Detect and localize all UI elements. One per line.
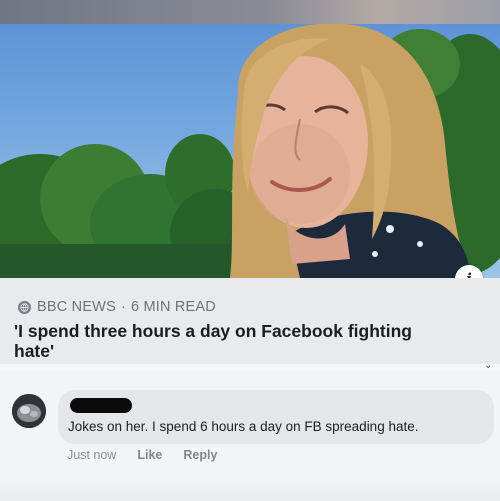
comment-actions: Just now Like Reply xyxy=(67,448,238,462)
globe-icon xyxy=(18,300,31,314)
comment-bubble: Jokes on her. I spend 6 hours a day on F… xyxy=(58,390,494,444)
top-strip xyxy=(0,0,500,24)
bottom-fade xyxy=(0,480,500,501)
redacted-author-name xyxy=(70,398,132,413)
source-name: BBC NEWS xyxy=(37,299,116,315)
reply-button[interactable]: Reply xyxy=(183,448,217,462)
like-button[interactable]: Like xyxy=(137,448,162,462)
source-row: BBC NEWS · 6 MIN READ xyxy=(18,299,216,315)
comment-timestamp: Just now xyxy=(67,448,117,462)
article-headline[interactable]: 'I spend three hours a day on Facebook f… xyxy=(14,321,454,361)
news-article-photo[interactable] xyxy=(0,24,500,278)
link-preview-card[interactable]: BBC NEWS · 6 MIN READ 'I spend three hou… xyxy=(0,278,500,364)
comment-text: Jokes on her. I spend 6 hours a day on F… xyxy=(68,419,419,434)
avatar-icon[interactable] xyxy=(12,394,46,428)
read-time: 6 MIN READ xyxy=(130,299,216,315)
meta-separator: · xyxy=(120,299,126,315)
photo-illustration xyxy=(0,24,500,278)
